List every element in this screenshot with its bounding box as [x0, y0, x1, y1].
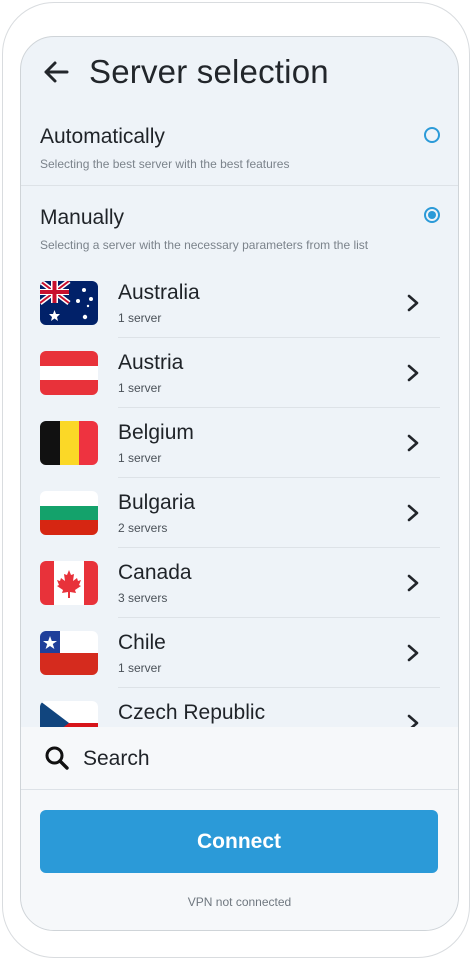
option-manually[interactable]: Manually Selecting a server with the nec…	[21, 186, 458, 266]
australia-flag-icon	[40, 281, 98, 325]
czech-flag-icon	[40, 701, 98, 727]
country-name: Austria	[118, 351, 184, 374]
austria-flag-icon	[40, 351, 98, 395]
chevron-right-icon	[406, 293, 420, 313]
page-title: Server selection	[89, 53, 329, 90]
country-list[interactable]: Australia 1 server Austria 1 server Belg…	[21, 275, 458, 727]
chevron-right-icon	[406, 573, 420, 593]
chevron-right-icon	[406, 363, 420, 383]
option-automatically[interactable]: Automatically Selecting the best server …	[21, 113, 458, 185]
app-screen: Server selection Automatically Selecting…	[20, 36, 459, 931]
country-row-australia[interactable]: Australia 1 server	[21, 275, 458, 345]
country-name: Australia	[118, 281, 200, 304]
server-count: 3 servers	[118, 591, 168, 605]
country-name: Czech Republic	[118, 701, 266, 724]
divider	[118, 687, 440, 688]
radio-manually[interactable]	[424, 207, 440, 223]
search-button[interactable]: Search	[21, 727, 458, 789]
country-row-chile[interactable]: Chile 1 server	[21, 625, 458, 695]
country-name: Bulgaria	[118, 491, 196, 514]
option-manually-description: Selecting a server with the necessary pa…	[40, 238, 369, 252]
country-row-bulgaria[interactable]: Bulgaria 2 servers	[21, 485, 458, 555]
chile-flag-icon	[40, 631, 98, 675]
bottom-panel: Search Connect VPN not connected	[21, 727, 458, 930]
canada-flag-icon	[40, 561, 98, 605]
connect-button[interactable]: Connect	[40, 810, 438, 873]
server-count: 2 servers	[118, 521, 168, 535]
chevron-right-icon	[406, 433, 420, 453]
divider	[118, 547, 440, 548]
country-row-czech-republic[interactable]: Czech Republic	[21, 695, 458, 727]
option-automatically-description: Selecting the best server with the best …	[40, 157, 290, 171]
chevron-right-icon	[406, 713, 420, 727]
option-automatically-label: Automatically	[40, 125, 165, 148]
search-label: Search	[83, 747, 150, 770]
connection-status: VPN not connected	[187, 895, 292, 909]
divider	[21, 789, 458, 790]
header: Server selection	[21, 37, 458, 113]
option-manually-label: Manually	[40, 206, 125, 229]
country-row-canada[interactable]: Canada 3 servers	[21, 555, 458, 625]
country-row-belgium[interactable]: Belgium 1 server	[21, 415, 458, 485]
country-name: Belgium	[118, 421, 194, 444]
divider	[118, 617, 440, 618]
server-count: 1 server	[118, 661, 162, 675]
bulgaria-flag-icon	[40, 491, 98, 535]
country-row-austria[interactable]: Austria 1 server	[21, 345, 458, 415]
radio-automatically[interactable]	[424, 127, 440, 143]
chevron-right-icon	[406, 643, 420, 663]
divider	[118, 337, 440, 338]
divider	[118, 407, 440, 408]
server-count: 1 server	[118, 451, 162, 465]
search-icon	[44, 745, 70, 771]
country-name: Canada	[118, 561, 192, 584]
server-count: 1 server	[118, 381, 162, 395]
server-count: 1 server	[118, 311, 162, 325]
country-name: Chile	[118, 631, 166, 654]
belgium-flag-icon	[40, 421, 98, 465]
arrow-left-icon[interactable]	[41, 57, 71, 87]
chevron-right-icon	[406, 503, 420, 523]
phone-frame: Server selection Automatically Selecting…	[2, 2, 470, 958]
divider	[118, 477, 440, 478]
